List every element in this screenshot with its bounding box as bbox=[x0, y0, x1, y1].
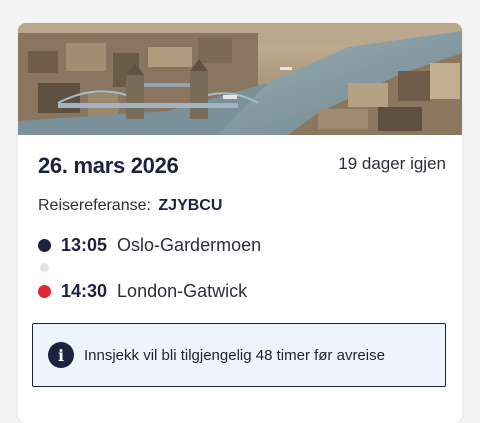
trip-date: 26. mars 2026 bbox=[38, 153, 179, 178]
departure-row: 13:05 Oslo-Gardermoen bbox=[38, 233, 261, 257]
arrival-row: 14:30 London-Gatwick bbox=[38, 279, 247, 303]
checkin-info-text: Innsjekk vil bli tilgjengelig 48 timer f… bbox=[84, 346, 385, 364]
days-left-label: 19 dager igjen bbox=[338, 154, 446, 173]
arrival-dot-icon bbox=[38, 284, 51, 298]
arrival-time: 14:30 bbox=[61, 280, 108, 301]
reference-code: ZJYBCU bbox=[158, 197, 223, 214]
departure-time: 13:05 bbox=[61, 234, 108, 255]
info-icon: i bbox=[48, 342, 74, 368]
destination-photo bbox=[18, 23, 462, 135]
checkin-info-banner: i Innsjekk vil bli tilgjengelig 48 timer… bbox=[32, 323, 446, 387]
route-connector-dot bbox=[40, 263, 49, 272]
arrival-airport: London-Gatwick bbox=[117, 280, 248, 301]
trip-card[interactable]: 26. mars 2026 19 dager igjen Reiserefera… bbox=[18, 23, 462, 423]
booking-reference: Reisereferanse: ZJYBCU bbox=[38, 197, 222, 215]
departure-airport: Oslo-Gardermoen bbox=[117, 234, 262, 255]
reference-label: Reisereferanse: bbox=[38, 197, 151, 214]
departure-dot-icon bbox=[38, 238, 51, 252]
